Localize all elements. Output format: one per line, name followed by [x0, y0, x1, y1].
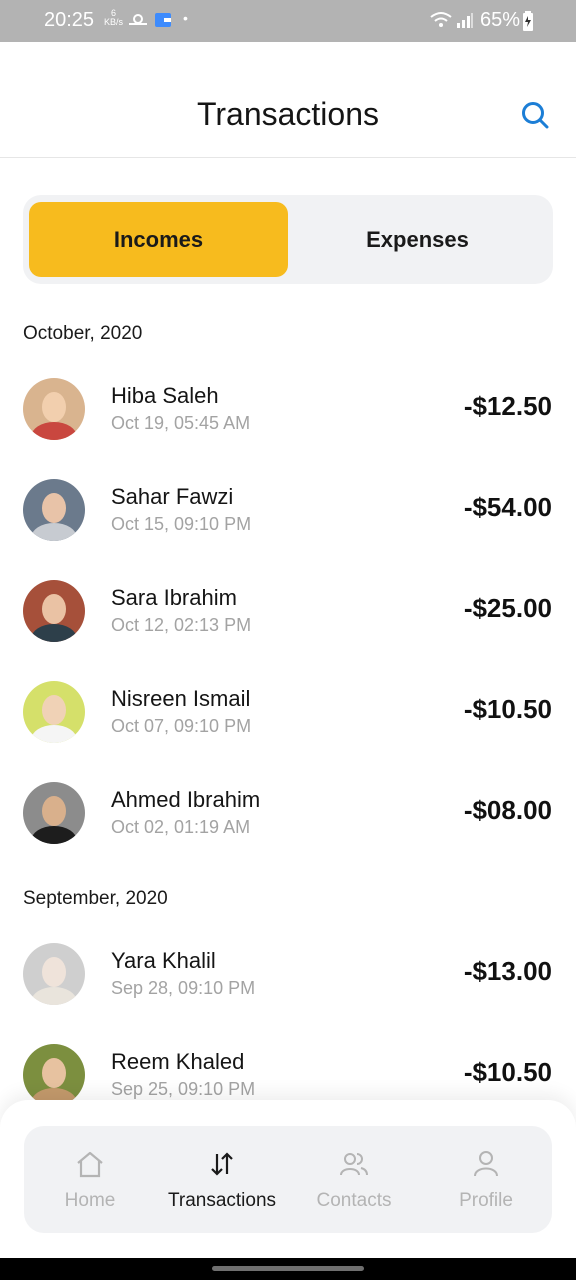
- transaction-date: Oct 02, 01:19 AM: [111, 817, 251, 837]
- transaction-row[interactable]: Ahmed Ibrahim Oct 02, 01:19 AM -$08.00: [0, 772, 576, 872]
- transaction-name: Sara Ibrahim: [111, 585, 237, 610]
- nav-profile-label: Profile: [459, 1190, 513, 1211]
- transaction-date: Oct 12, 02:13 PM: [111, 615, 252, 635]
- nav-home[interactable]: Home: [24, 1126, 156, 1233]
- system-nav-bar: [0, 1258, 576, 1280]
- search-icon: [522, 102, 549, 129]
- nav-transactions-label: Transactions: [167, 1190, 277, 1211]
- transaction-amount: -$10.50: [463, 1057, 552, 1087]
- avatar: [23, 782, 85, 844]
- transaction-date: Sep 25, 09:10 PM: [111, 1079, 256, 1099]
- transaction-name: Nisreen Ismail: [111, 686, 251, 711]
- app-header: Transactions: [0, 42, 576, 158]
- page-title: Transactions: [197, 96, 379, 132]
- transaction-row[interactable]: Hiba Saleh Oct 19, 05:45 AM -$12.50: [0, 368, 576, 468]
- wifi-icon: [430, 11, 452, 34]
- nav-transactions[interactable]: Transactions: [156, 1126, 288, 1233]
- nav-profile[interactable]: Profile: [420, 1126, 552, 1233]
- bottom-navigation: Home Transactions Contacts Profile: [24, 1126, 552, 1233]
- avatar: [23, 1044, 85, 1106]
- transaction-amount: -$54.00: [463, 492, 552, 522]
- transaction-amount: -$08.00: [463, 795, 552, 825]
- profile-icon: [474, 1151, 498, 1177]
- battery-icon: [522, 11, 534, 36]
- nav-contacts[interactable]: Contacts: [288, 1126, 420, 1233]
- transaction-name: Ahmed Ibrahim: [111, 787, 261, 812]
- notification-dot-icon: •: [183, 10, 188, 26]
- search-button[interactable]: [520, 100, 550, 130]
- transaction-name: Hiba Saleh: [111, 383, 219, 408]
- wallet-icon: [154, 11, 172, 34]
- transaction-date: Oct 19, 05:45 AM: [111, 413, 251, 433]
- transaction-name: Sahar Fawzi: [111, 484, 234, 509]
- transaction-row[interactable]: Yara Khalil Sep 28, 09:10 PM -$13.00: [0, 933, 576, 1033]
- home-icon: [77, 1151, 103, 1178]
- status-bar: 20:25 6 KB/s • 65%: [0, 0, 576, 42]
- contacts-icon: [340, 1153, 368, 1176]
- avatar: [23, 943, 85, 1005]
- section-title-september: September, 2020: [23, 888, 168, 909]
- transaction-amount: -$12.50: [463, 391, 552, 421]
- signal-icon: [456, 12, 474, 33]
- status-time: 20:25: [44, 9, 95, 31]
- avatar: [23, 479, 85, 541]
- bottom-navigation-container: Home Transactions Contacts Profile: [0, 1100, 576, 1258]
- transaction-type-tabs: Incomes Expenses: [23, 195, 553, 284]
- avatar: [23, 681, 85, 743]
- transaction-amount: -$13.00: [463, 956, 552, 986]
- transaction-row[interactable]: Nisreen Ismail Oct 07, 09:10 PM -$10.50: [0, 671, 576, 771]
- transaction-amount: -$25.00: [463, 593, 552, 623]
- network-speed: 6 KB/s: [104, 8, 124, 27]
- transfer-arrows-icon: [211, 1152, 233, 1176]
- transaction-name: Reem Khaled: [111, 1049, 245, 1074]
- avatar: [23, 580, 85, 642]
- transaction-row[interactable]: Sahar Fawzi Oct 15, 09:10 PM -$54.00: [0, 469, 576, 569]
- battery-percent: 65%: [480, 9, 521, 31]
- home-gesture-handle[interactable]: [212, 1266, 364, 1271]
- transaction-amount: -$10.50: [463, 694, 552, 724]
- avatar: [23, 378, 85, 440]
- weather-icon: [128, 11, 148, 32]
- transaction-name: Yara Khalil: [111, 948, 216, 973]
- nav-home-label: Home: [64, 1190, 116, 1211]
- transaction-date: Oct 15, 09:10 PM: [111, 514, 252, 534]
- nav-contacts-label: Contacts: [316, 1190, 392, 1211]
- transaction-date: Sep 28, 09:10 PM: [111, 978, 256, 998]
- section-title-october: October, 2020: [23, 323, 143, 344]
- transaction-row[interactable]: Sara Ibrahim Oct 12, 02:13 PM -$25.00: [0, 570, 576, 670]
- tab-incomes[interactable]: Incomes: [29, 202, 288, 277]
- transaction-date: Oct 07, 09:10 PM: [111, 716, 252, 736]
- tab-expenses[interactable]: Expenses: [288, 202, 547, 277]
